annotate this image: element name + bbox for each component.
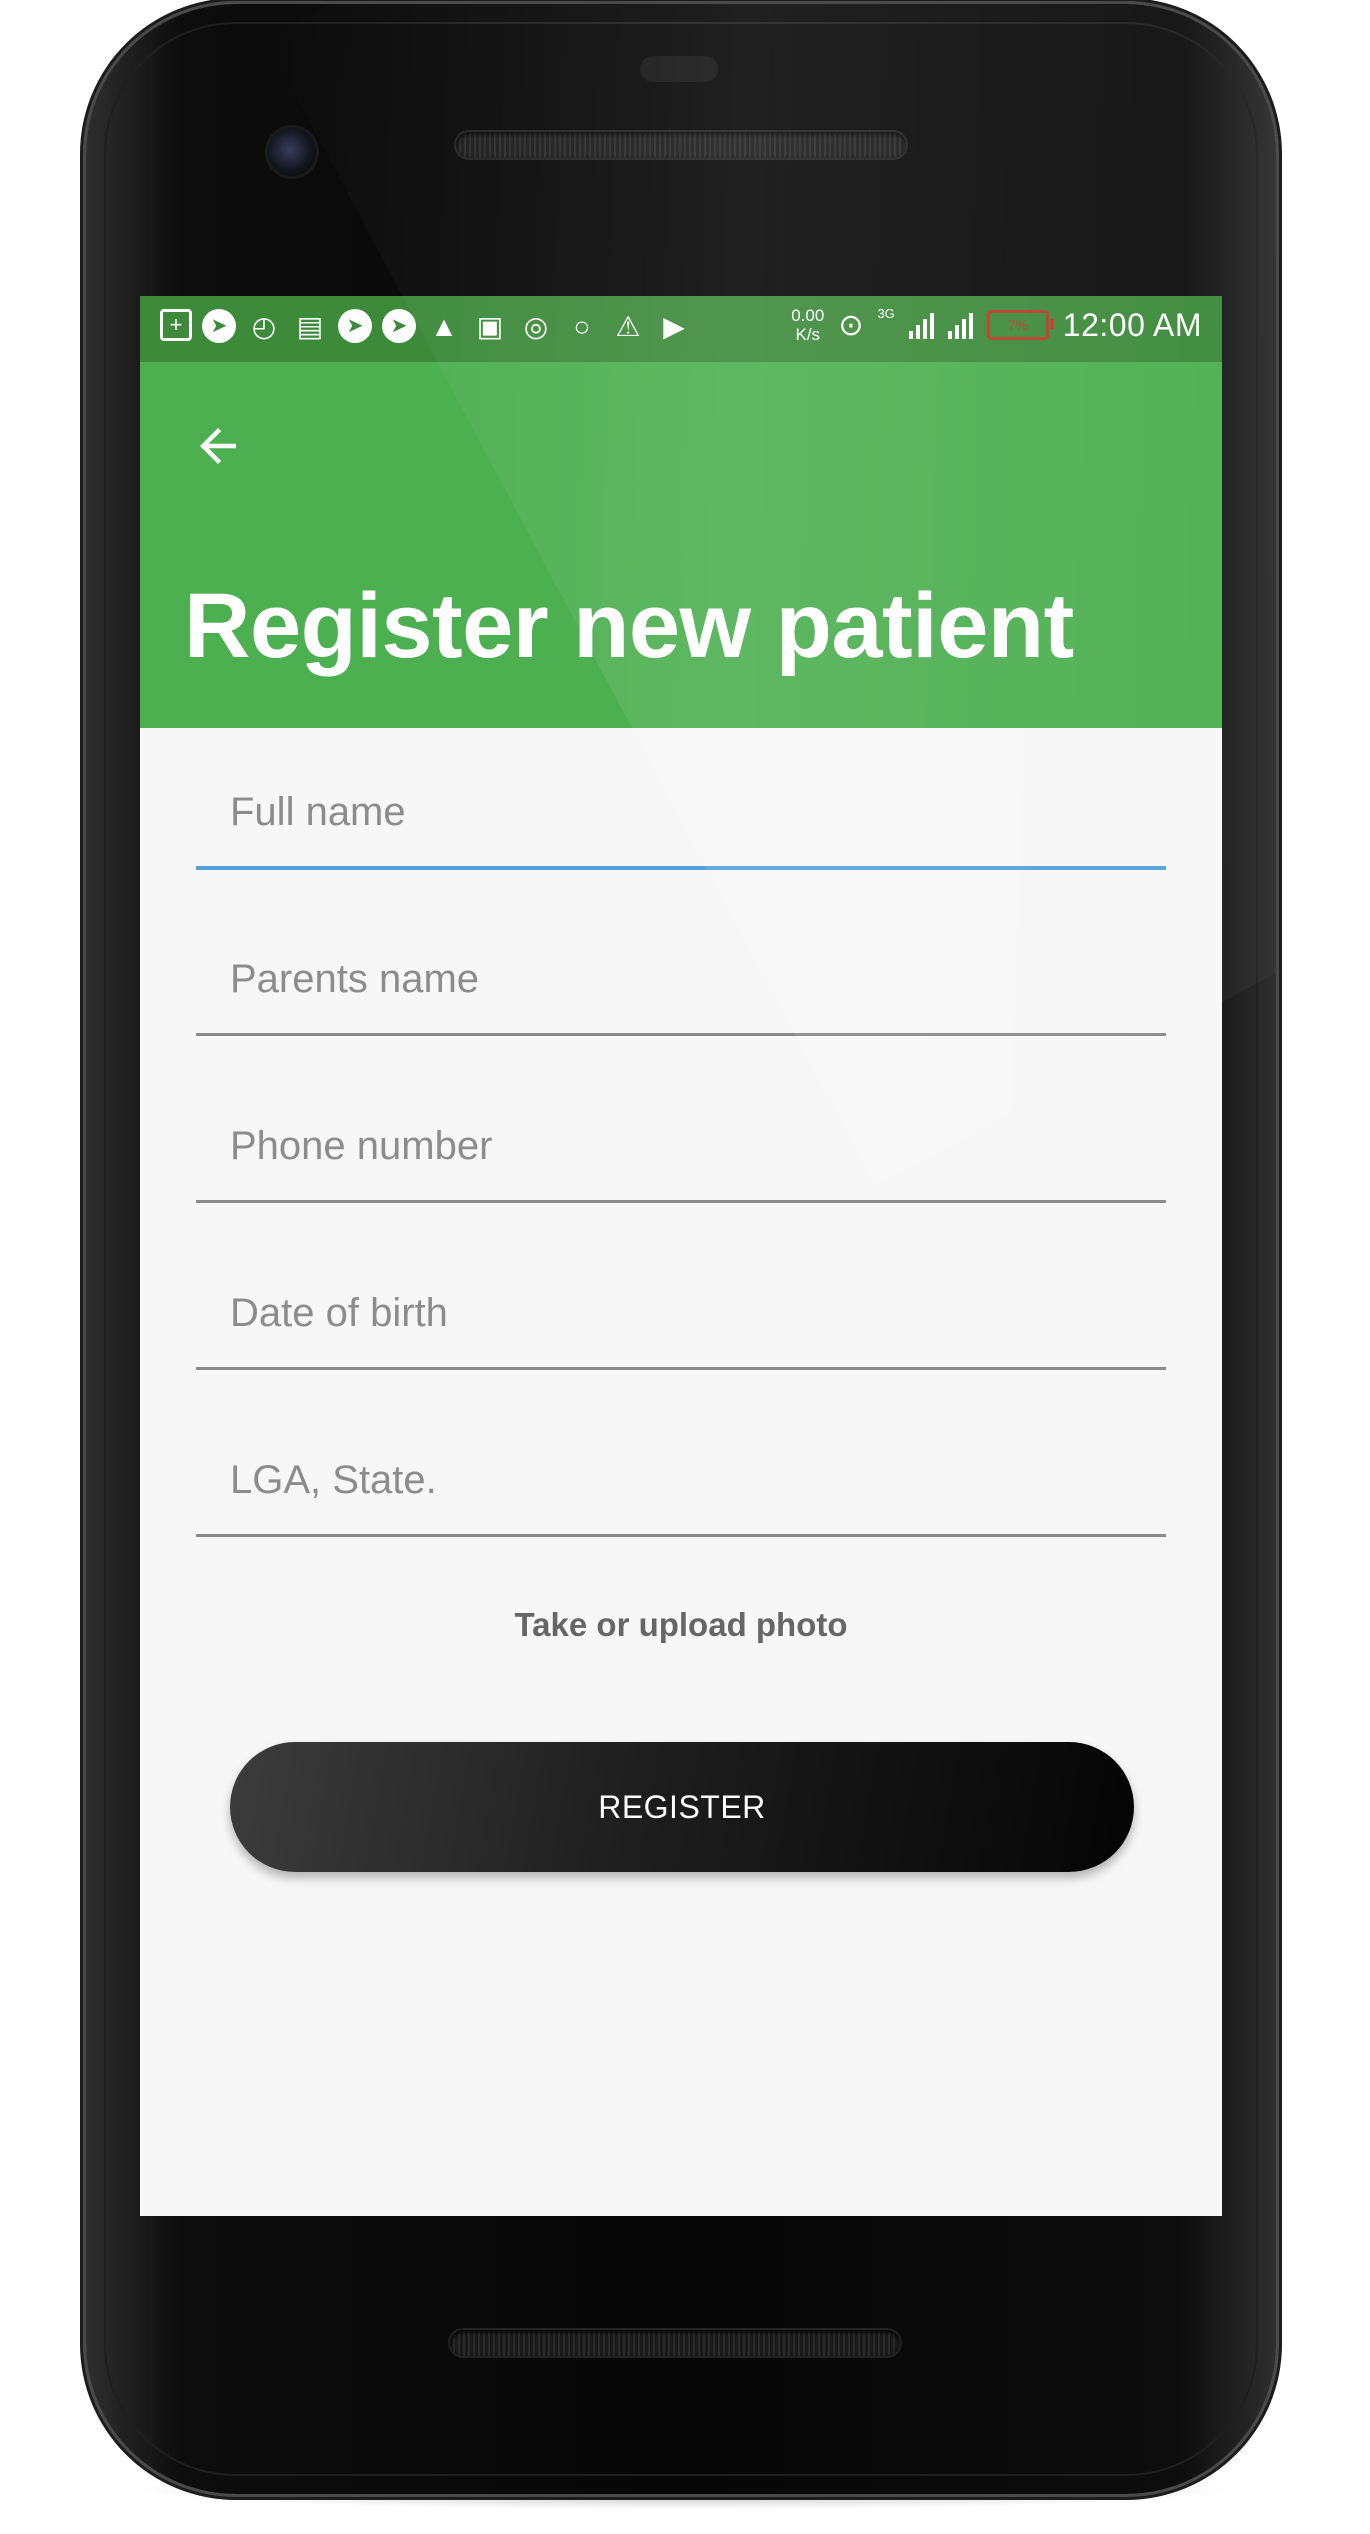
signal-icon [908,311,934,339]
arrow-left-icon [200,428,236,464]
date-of-birth-underline [196,1367,1166,1370]
proximity-sensor [640,56,718,82]
broadcast-icon: ◎ [523,311,549,342]
full-name-underline [196,866,1166,870]
lga-state-input[interactable] [196,1430,1166,1530]
full-name-field [196,762,1166,929]
registration-form [196,762,1166,1597]
parents-name-input[interactable] [196,929,1166,1029]
network-speed-value: 0.00 [791,306,825,325]
full-name-input[interactable] [196,762,1166,862]
lga-state-underline [196,1534,1166,1537]
parents-name-field [196,929,1166,1096]
phone-number-input[interactable] [196,1096,1166,1196]
lga-state-field [196,1430,1166,1597]
screen: + ➤ ◴ ▤ ➤ ➤ ▲ ▣ ◎ ○ ⚠ ▶ 0.00 K/s ⊙ 3G 7%… [140,296,1222,2216]
app-bar: Register new patient [140,362,1222,728]
page-title: Register new patient [184,575,1074,677]
phone-number-underline [196,1200,1166,1203]
date-of-birth-input[interactable] [196,1263,1166,1363]
status-bar: + ➤ ◴ ▤ ➤ ➤ ▲ ▣ ◎ ○ ⚠ ▶ 0.00 K/s ⊙ 3G 7%… [140,296,1222,362]
parents-name-underline [196,1033,1166,1036]
back-button[interactable] [182,410,254,482]
network-speed-unit: K/s [795,325,821,344]
notification-icons: + ➤ ◴ ▤ ➤ ➤ ▲ ▣ ◎ ○ ⚠ ▶ [160,309,692,345]
battery-level: 7% [1007,317,1028,333]
image-icon: ▣ [476,311,504,342]
upload-photo-link[interactable]: Take or upload photo [140,1606,1222,1644]
chat-bubble-icon: ○ [573,311,591,342]
broom-icon: ▲ [430,311,458,342]
telegram-icon: ➤ [338,309,372,343]
signal-icon-2 [947,311,973,339]
plus-box-icon: + [160,309,192,341]
hotspot-icon: ⊙ [838,308,864,342]
message-icon: ▤ [296,311,324,342]
front-camera [268,128,316,176]
youtube-icon: ▶ [663,311,685,342]
battery-icon: 7% [986,310,1054,340]
date-of-birth-field [196,1263,1166,1430]
earpiece-speaker [456,132,906,158]
clock: 12:00 AM [1062,306,1202,343]
warning-icon: ⚠ [615,311,641,342]
bottom-speaker [450,2330,900,2356]
phone-number-field [196,1096,1166,1263]
network-type: 3G [877,306,895,321]
register-button[interactable]: REGISTER [230,1742,1134,1872]
network-speed: 0.00 K/s [791,306,824,344]
shirt-icon: ◴ [251,311,277,342]
telegram-icon: ➤ [382,309,416,343]
system-status: 0.00 K/s ⊙ 3G 7% 12:00 AM [791,306,1202,344]
telegram-icon: ➤ [202,309,236,343]
